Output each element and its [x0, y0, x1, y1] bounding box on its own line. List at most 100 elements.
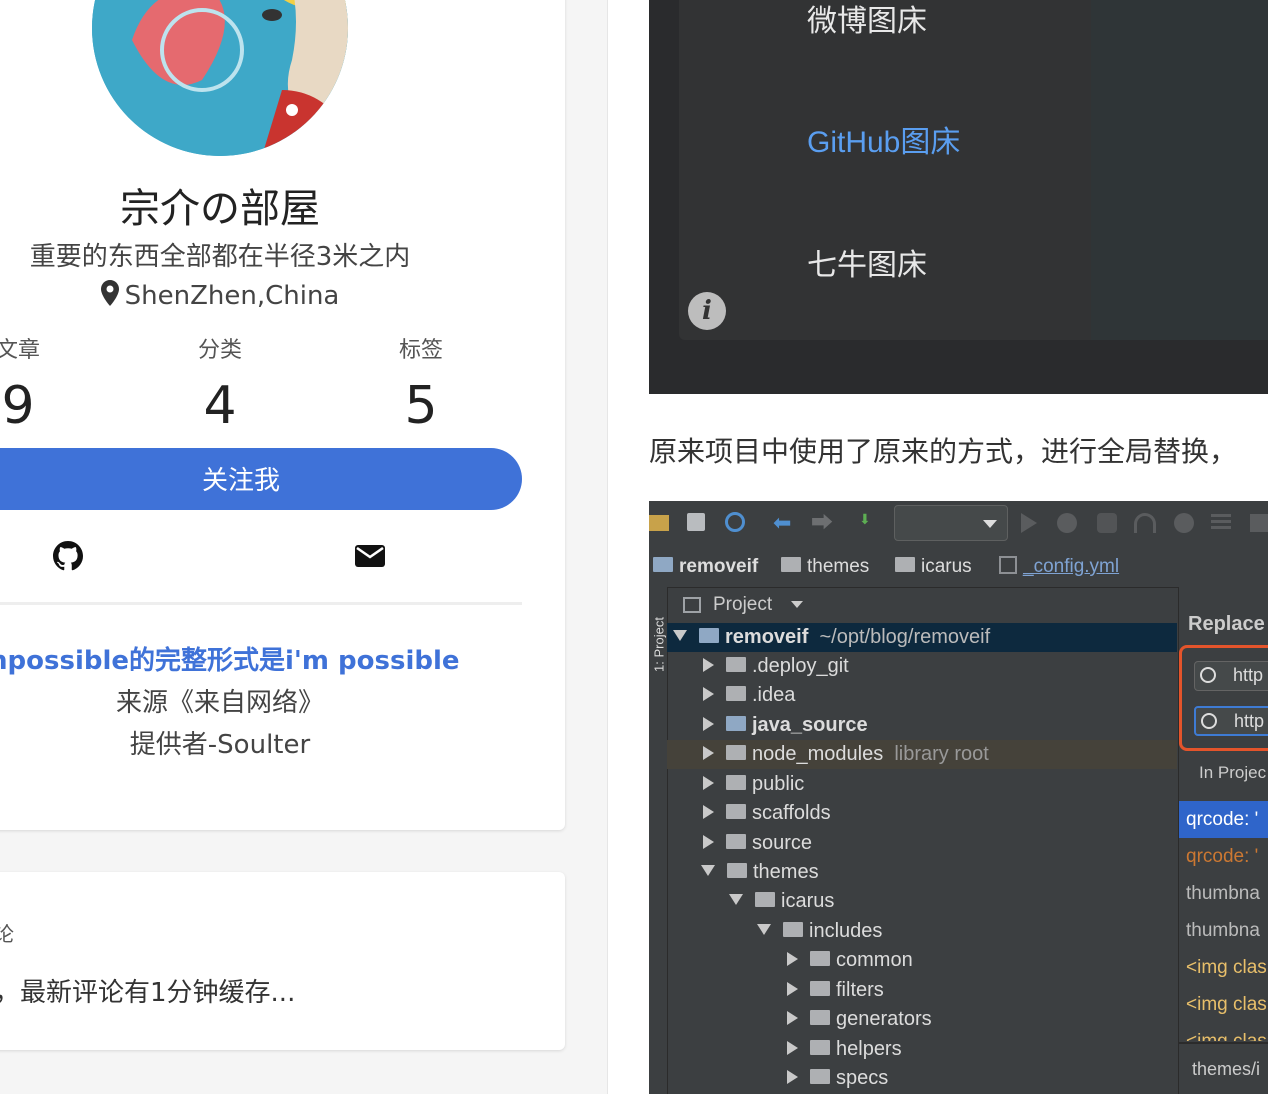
ide-screenshot: ⬅ ⮕ ⬇ removeif themes icarus _config.yml…: [649, 501, 1268, 1094]
site-title: 宗介の部屋: [120, 186, 320, 232]
image-bed-menu-screenshot: 微博图床 GitHub图床 七牛图床 i: [649, 0, 1268, 394]
sync-icon[interactable]: [725, 512, 745, 532]
project-side-tab[interactable]: 1: Project: [649, 587, 668, 1094]
stat-value-categories[interactable]: 4: [160, 376, 280, 436]
search-icon: [1200, 667, 1216, 683]
folder-icon: [810, 1010, 830, 1026]
tree-item-deploy-git[interactable]: .deploy_git: [667, 652, 1177, 681]
project-view-icon: [683, 597, 701, 613]
breadcrumb-label: icarus: [921, 556, 972, 577]
config-file-icon: [999, 555, 1017, 574]
result-row[interactable]: thumbna: [1179, 875, 1268, 912]
expand-arrow-icon: [703, 686, 714, 701]
tree-item-icarus[interactable]: icarus: [667, 887, 1177, 916]
folder-icon: [727, 863, 747, 879]
breadcrumb-themes[interactable]: themes: [781, 556, 869, 578]
folder-icon: [726, 657, 746, 673]
replace-title: Replace: [1188, 613, 1265, 635]
breadcrumb-icarus[interactable]: icarus: [895, 556, 972, 578]
tree-label: source: [752, 832, 813, 854]
tree-item-node-modules[interactable]: node_modules library root: [667, 740, 1177, 769]
expand-arrow-icon: [787, 981, 798, 996]
avatar[interactable]: [92, 0, 348, 156]
tree-item-removeif[interactable]: removeif ~/opt/blog/removeif: [667, 623, 1177, 652]
profiler-icon[interactable]: [1134, 513, 1156, 533]
tree-path: ~/opt/blog/removeif: [819, 626, 991, 648]
site-subtitle: 重要的东西全部都在半径3米之内: [29, 242, 411, 272]
menu-item-weibo[interactable]: 微博图床: [807, 0, 927, 40]
scope-in-project[interactable]: In Projec: [1199, 763, 1266, 783]
result-row[interactable]: <img clas: [1179, 949, 1268, 986]
forward-arrow-icon[interactable]: ⮕: [811, 512, 833, 534]
search-icon: [1201, 713, 1217, 729]
tree-item-specs[interactable]: specs: [667, 1064, 1177, 1093]
result-file-path: themes/i: [1192, 1059, 1261, 1079]
recent-comments-card: 论 ，最新评论有1分钟缓存...: [0, 872, 565, 1050]
stat-value-tags[interactable]: 5: [361, 376, 481, 436]
tree-item-helpers[interactable]: helpers: [667, 1035, 1177, 1064]
folder-icon: [726, 745, 746, 761]
email-icon[interactable]: [354, 540, 386, 572]
tree-item-filters[interactable]: filters: [667, 976, 1177, 1005]
tree-item-scaffolds[interactable]: scaffolds: [667, 799, 1177, 828]
results-divider: [1179, 1042, 1268, 1044]
tree-item-themes[interactable]: themes: [667, 858, 1177, 887]
folder-icon: [783, 922, 803, 938]
stat-label-categories: 分类: [197, 338, 242, 363]
stat-value-posts[interactable]: 9: [0, 376, 78, 436]
run-config-select[interactable]: [894, 505, 1008, 541]
follow-button[interactable]: 关注我: [0, 448, 522, 510]
menu-item-github[interactable]: GitHub图床: [807, 117, 960, 161]
replace-input[interactable]: http: [1194, 706, 1268, 736]
folder-open-icon[interactable]: [649, 515, 669, 531]
result-row[interactable]: <img clas: [1179, 1023, 1268, 1041]
result-row[interactable]: thumbna: [1179, 912, 1268, 949]
tree-item-common[interactable]: common: [667, 946, 1177, 975]
quote-provider: 提供者-Soulter: [129, 730, 311, 760]
github-icon[interactable]: [52, 540, 84, 572]
info-icon[interactable]: i: [688, 292, 726, 330]
back-arrow-icon[interactable]: ⬅: [773, 512, 791, 534]
tree-label: public: [752, 773, 805, 795]
tree-item-java-source[interactable]: java_source: [667, 711, 1177, 740]
result-row[interactable]: qrcode: ': [1179, 801, 1268, 838]
folder-icon: [726, 686, 746, 702]
expand-arrow-icon: [787, 1069, 798, 1084]
tree-item-source[interactable]: source: [667, 829, 1177, 858]
replace-value: http: [1234, 711, 1265, 731]
tree-item-includes[interactable]: includes: [667, 917, 1177, 946]
menu-item-qiniu[interactable]: 七牛图床: [807, 240, 927, 284]
tree-item-generators[interactable]: generators: [667, 1005, 1177, 1034]
folder-icon: [726, 804, 746, 820]
expand-arrow-icon: [703, 834, 714, 849]
project-header[interactable]: Project: [667, 587, 1177, 623]
tree-item-public[interactable]: public: [667, 770, 1177, 799]
build-icon[interactable]: ⬇: [859, 511, 883, 535]
result-row[interactable]: <img clas: [1179, 986, 1268, 1023]
folder-icon: [810, 1040, 830, 1056]
stop-square-icon[interactable]: [1250, 514, 1268, 532]
breadcrumb-config-file[interactable]: _config.yml: [999, 555, 1119, 578]
stat-label-posts: 文章: [0, 338, 40, 363]
result-row[interactable]: qrcode: ': [1179, 838, 1268, 875]
collapse-arrow-icon: [701, 865, 715, 877]
debug-icon[interactable]: [1057, 513, 1077, 533]
module-folder-icon: [726, 716, 746, 732]
run-icon[interactable]: [1021, 513, 1037, 533]
list-icon[interactable]: [1211, 514, 1231, 532]
tree-label: icarus: [781, 890, 835, 912]
breadcrumb-removeif[interactable]: removeif: [653, 556, 758, 578]
tree-label: removeif: [725, 626, 809, 648]
coverage-icon[interactable]: [1097, 513, 1117, 533]
folder-icon: [726, 834, 746, 850]
save-icon[interactable]: [687, 513, 705, 531]
replace-in-path-panel: Replace http http In Projec qrcode: ' qr…: [1178, 587, 1268, 1094]
tree-tag: library root: [894, 743, 989, 765]
stop-icon[interactable]: [1174, 513, 1194, 533]
tree-item-idea[interactable]: .idea: [667, 681, 1177, 710]
tree-label: .idea: [752, 684, 796, 706]
search-input[interactable]: http: [1194, 661, 1268, 691]
menu-right-panel: [1091, 0, 1268, 340]
folder-icon: [726, 775, 746, 791]
folder-icon: [895, 557, 915, 573]
